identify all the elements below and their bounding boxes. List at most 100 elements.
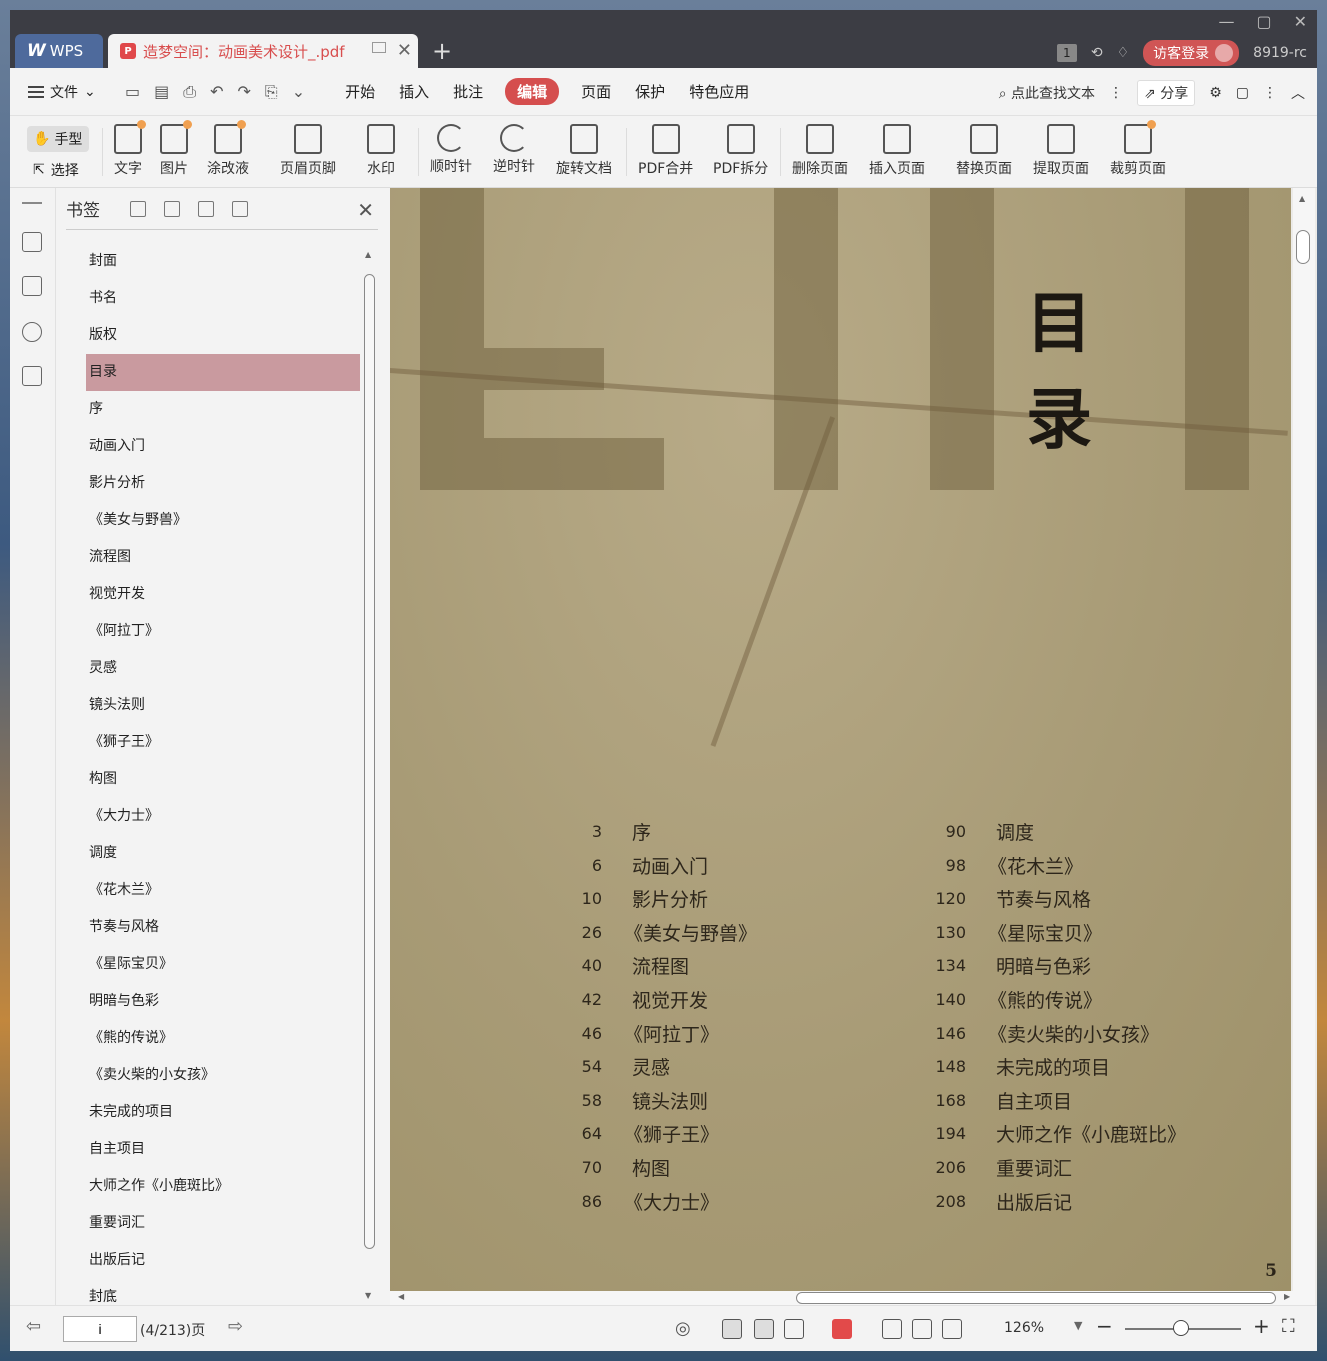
more-quick-icon[interactable]: ⌄ xyxy=(292,82,305,102)
bookmark-item[interactable]: 动画入门 xyxy=(86,428,360,465)
tab-close-icon[interactable]: ✕ xyxy=(397,40,412,61)
rotate-cw-button[interactable]: 顺时针 xyxy=(430,124,472,176)
export-icon[interactable]: ⎘ xyxy=(265,82,278,102)
page-number-input[interactable] xyxy=(63,1316,137,1342)
bookmark-item[interactable]: 重要词汇 xyxy=(86,1205,360,1242)
undo-icon[interactable]: ↶ xyxy=(210,82,223,102)
collapse-ribbon-icon[interactable]: ︿ xyxy=(1291,83,1305,103)
scroll-left-icon[interactable]: ◀ xyxy=(398,1292,404,1301)
bookmark-item[interactable]: 未完成的项目 xyxy=(86,1094,360,1131)
tab-insert[interactable]: 插入 xyxy=(397,78,431,105)
zoom-dropdown-icon[interactable]: ▼ xyxy=(1074,1319,1082,1332)
open-folder-icon[interactable]: ▭ xyxy=(125,82,140,102)
hand-tool-button[interactable]: ✋ 手型 xyxy=(27,126,89,152)
horizontal-scroll-thumb[interactable] xyxy=(796,1292,1276,1304)
file-menu[interactable]: 文件 ⌄ xyxy=(10,82,115,102)
tab-annotate[interactable]: 批注 xyxy=(451,78,485,105)
tab-start[interactable]: 开始 xyxy=(343,78,377,105)
zoom-slider-knob[interactable] xyxy=(1173,1320,1189,1336)
fit-page-icon[interactable] xyxy=(912,1319,932,1339)
document-tab[interactable]: P 造梦空间：动画美术设计_.pdf ✕ xyxy=(108,34,418,68)
new-tab-button[interactable]: + xyxy=(432,37,452,65)
eye-protect-icon[interactable]: ◎ xyxy=(675,1318,691,1339)
bookmark-item[interactable]: 目录 xyxy=(86,354,360,391)
horizontal-scrollbar[interactable]: ◀ ▶ xyxy=(390,1291,1295,1305)
bookmark-item[interactable]: 《美女与野兽》 xyxy=(86,502,360,539)
bookmark-item[interactable]: 流程图 xyxy=(86,539,360,576)
skin-icon[interactable]: ♢ xyxy=(1117,45,1130,61)
scroll-up-icon[interactable]: ▲ xyxy=(1299,194,1305,203)
fit-width-icon[interactable] xyxy=(942,1319,962,1339)
pdf-merge-button[interactable]: PDF合并 xyxy=(638,124,693,178)
window-count-badge[interactable]: 1 xyxy=(1056,44,1077,62)
bookmark-item[interactable]: 明暗与色彩 xyxy=(86,983,360,1020)
bookmark-item[interactable]: 《狮子王》 xyxy=(86,724,360,761)
tab-page[interactable]: 页面 xyxy=(579,78,613,105)
replace-page-button[interactable]: 替换页面 xyxy=(956,124,1012,178)
bookmark-item[interactable]: 节奏与风格 xyxy=(86,909,360,946)
crop-page-button[interactable]: 裁剪页面 xyxy=(1110,120,1166,178)
two-page-icon[interactable] xyxy=(784,1319,804,1339)
whiteout-tool-button[interactable]: 涂改液 xyxy=(207,120,249,178)
more-icon[interactable]: ⋮ xyxy=(1263,85,1277,101)
zoom-in-icon[interactable]: + xyxy=(1253,1314,1270,1338)
close-panel-icon[interactable]: ✕ xyxy=(357,198,374,222)
rotate-ccw-button[interactable]: 逆时针 xyxy=(493,124,535,176)
bookmark-item[interactable]: 自主项目 xyxy=(86,1131,360,1168)
bookmark-item[interactable]: 镜头法则 xyxy=(86,687,360,724)
bookmark-item[interactable]: 灵感 xyxy=(86,650,360,687)
share-button[interactable]: ⇗ 分享 xyxy=(1137,80,1196,106)
save-icon[interactable]: ▤ xyxy=(154,82,169,102)
rotate-doc-button[interactable]: 旋转文档 xyxy=(556,124,612,178)
bookmark-item[interactable]: 《卖火柴的小女孩》 xyxy=(86,1057,360,1094)
sync-icon[interactable]: ⟲ xyxy=(1091,45,1103,61)
pdf-split-button[interactable]: PDF拆分 xyxy=(713,124,768,178)
bookmark-item[interactable]: 大师之作《小鹿斑比》 xyxy=(86,1168,360,1205)
delete-page-button[interactable]: 删除页面 xyxy=(792,124,848,178)
zoom-out-icon[interactable]: − xyxy=(1096,1314,1113,1338)
minimize-icon[interactable]: — xyxy=(1218,12,1234,31)
play-icon[interactable] xyxy=(832,1319,852,1339)
next-page-icon[interactable]: ⇨ xyxy=(228,1316,243,1337)
scroll-down-icon[interactable]: ▼ xyxy=(365,1291,371,1300)
bookmark-item[interactable]: 《花木兰》 xyxy=(86,872,360,909)
thumbnail-panel-icon[interactable] xyxy=(22,276,42,296)
bookmark-item[interactable]: 《阿拉丁》 xyxy=(86,613,360,650)
bookmark-item[interactable]: 构图 xyxy=(86,761,360,798)
bookmark-item[interactable]: 《大力士》 xyxy=(86,798,360,835)
image-tool-button[interactable]: 图片 xyxy=(160,120,192,178)
wps-home-tab[interactable]: W WPS xyxy=(15,34,103,68)
bookmark-item[interactable]: 书名 xyxy=(86,280,360,317)
prev-page-icon[interactable]: ⇦ xyxy=(26,1316,41,1337)
bookmark-scroll-thumb[interactable] xyxy=(364,274,375,1249)
bookmark-item[interactable]: 《星际宝贝》 xyxy=(86,946,360,983)
attachment-panel-icon[interactable] xyxy=(22,366,42,386)
actual-size-icon[interactable] xyxy=(882,1319,902,1339)
collapse-all-icon[interactable] xyxy=(164,200,180,217)
more-vertical-icon[interactable]: ⋮ xyxy=(1109,85,1123,101)
bookmark-panel-icon[interactable] xyxy=(22,232,42,252)
scroll-right-icon[interactable]: ▶ xyxy=(1284,1292,1290,1301)
vertical-scroll-thumb[interactable] xyxy=(1296,230,1310,264)
extract-page-button[interactable]: 提取页面 xyxy=(1033,124,1089,178)
expand-all-icon[interactable] xyxy=(130,200,146,217)
bookmark-item[interactable]: 版权 xyxy=(86,317,360,354)
print-icon[interactable]: ⎙ xyxy=(183,82,196,102)
bookmark-options-icon[interactable] xyxy=(232,200,248,217)
document-viewport[interactable]: 目录 3 序 6 动画入门 10 影片分析 26 《美女与野兽》 40 流程图 42 视觉开发 46 《阿… xyxy=(390,188,1317,1305)
close-window-icon[interactable]: ✕ xyxy=(1294,12,1307,31)
insert-page-button[interactable]: 插入页面 xyxy=(869,124,925,178)
zoom-level[interactable]: 126% xyxy=(1004,1320,1044,1336)
text-tool-button[interactable]: 文字 xyxy=(114,120,146,178)
search-text-button[interactable]: ⌕ 点此查找文本 xyxy=(999,83,1095,103)
vertical-scrollbar[interactable]: ▲ xyxy=(1293,188,1315,1305)
watermark-button[interactable]: 水印 xyxy=(367,124,395,178)
tab-special[interactable]: 特色应用 xyxy=(687,78,751,105)
tab-window-icon[interactable] xyxy=(372,42,386,53)
add-bookmark-icon[interactable] xyxy=(198,200,214,217)
fullscreen-icon[interactable]: ⛶ xyxy=(1282,1316,1295,1337)
continuous-view-icon[interactable] xyxy=(722,1319,742,1339)
single-page-icon[interactable] xyxy=(754,1319,774,1339)
select-tool-button[interactable]: ⇱ 选择 xyxy=(33,160,79,180)
bookmark-item[interactable]: 视觉开发 xyxy=(86,576,360,613)
